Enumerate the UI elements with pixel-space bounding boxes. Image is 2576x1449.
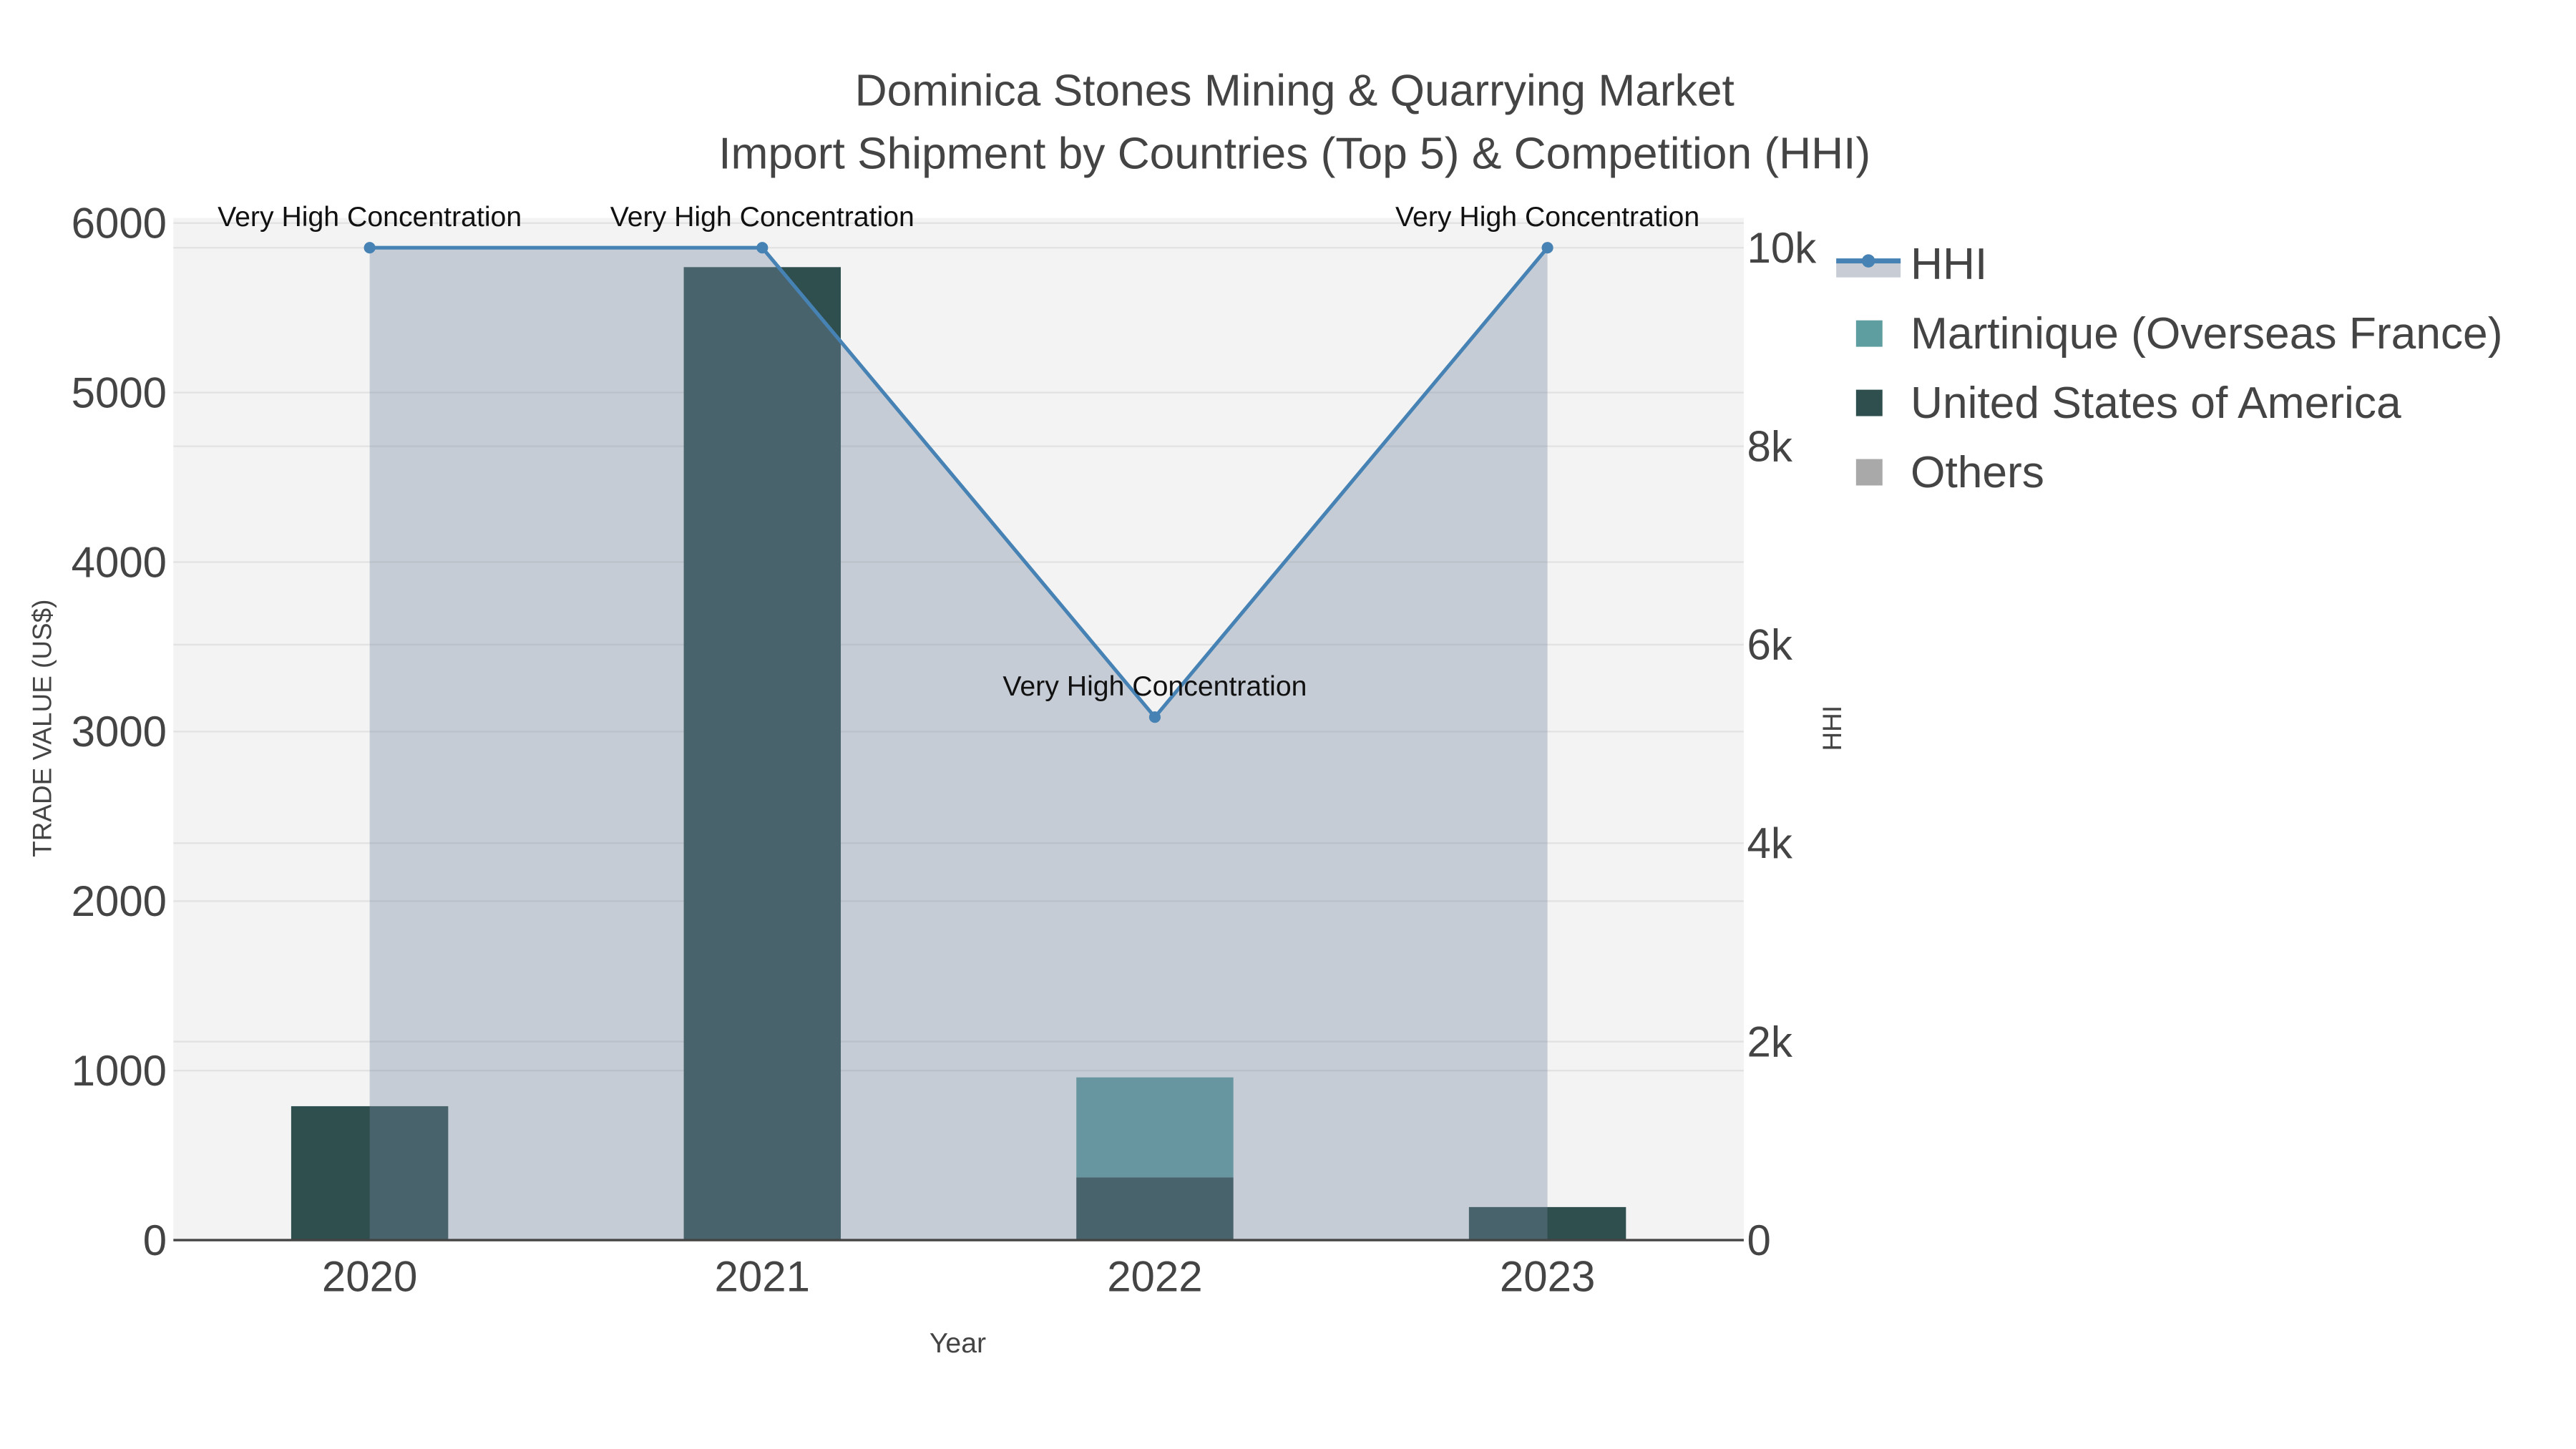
x-tick-label: 2020: [322, 1253, 417, 1301]
y-tick-label: 2000: [72, 877, 167, 925]
y-tick-label: 5000: [72, 369, 167, 416]
legend-swatch: [1855, 389, 1883, 416]
legend-label: Others: [1911, 448, 2044, 497]
chart-subtitle: Import Shipment by Countries (Top 5) & C…: [718, 129, 1870, 178]
y-tick-label: 6000: [72, 199, 167, 247]
hhi-annotation: Very High Concentration: [1395, 201, 1699, 233]
y-tick-label: 4000: [72, 538, 167, 586]
hhi-annotation: Very High Concentration: [1002, 670, 1307, 702]
legend-swatch: [1855, 320, 1883, 347]
y2-tick-label: 2k: [1747, 1018, 1793, 1065]
y2-axis-label: HHI: [1818, 706, 1847, 751]
y2-tick-label: 8k: [1747, 422, 1793, 470]
chart: Dominica Stones Mining & Quarrying Marke…: [28, 67, 2503, 1359]
legend-label: Martinique (Overseas France): [1911, 309, 2502, 358]
x-axis-label: Year: [930, 1327, 986, 1359]
hhi-point: [1148, 711, 1161, 723]
y-tick-label: 3000: [72, 708, 167, 756]
y-tick-label: 1000: [72, 1047, 167, 1095]
legend: HHI Martinique (Overseas France) United St…: [1836, 240, 2502, 497]
legend-label-hhi: HHI: [1911, 240, 1987, 289]
chart-title: Dominica Stones Mining & Quarrying Marke…: [855, 67, 1735, 116]
y2-tick-label: 0: [1747, 1216, 1771, 1264]
x-axis-ticks: 2020 2021 2022 2023: [322, 1253, 1595, 1301]
hhi-point: [1541, 242, 1553, 254]
y2-tick-label: 10k: [1747, 224, 1818, 272]
y-axis-ticks: 0 1000 2000 3000 4000 5000 6000: [72, 199, 167, 1264]
x-tick-label: 2023: [1500, 1253, 1595, 1301]
x-tick-label: 2022: [1107, 1253, 1202, 1301]
y2-tick-label: 6k: [1747, 621, 1793, 669]
hhi-point: [756, 242, 769, 254]
x-tick-label: 2021: [715, 1253, 810, 1301]
y2-tick-label: 4k: [1747, 819, 1793, 867]
hhi-annotation: Very High Concentration: [610, 201, 914, 233]
legend-swatch: [1855, 459, 1883, 486]
y-tick-label: 0: [143, 1216, 167, 1264]
hhi-point: [364, 242, 376, 254]
legend-hhi-marker: [1861, 254, 1875, 268]
y-axis-label: TRADE VALUE (US$): [28, 600, 57, 857]
y2-axis-ticks: 0 2k 4k 6k 8k 10k: [1747, 224, 1818, 1264]
legend-label: United States of America: [1911, 379, 2401, 428]
hhi-annotation: Very High Concentration: [218, 201, 522, 233]
